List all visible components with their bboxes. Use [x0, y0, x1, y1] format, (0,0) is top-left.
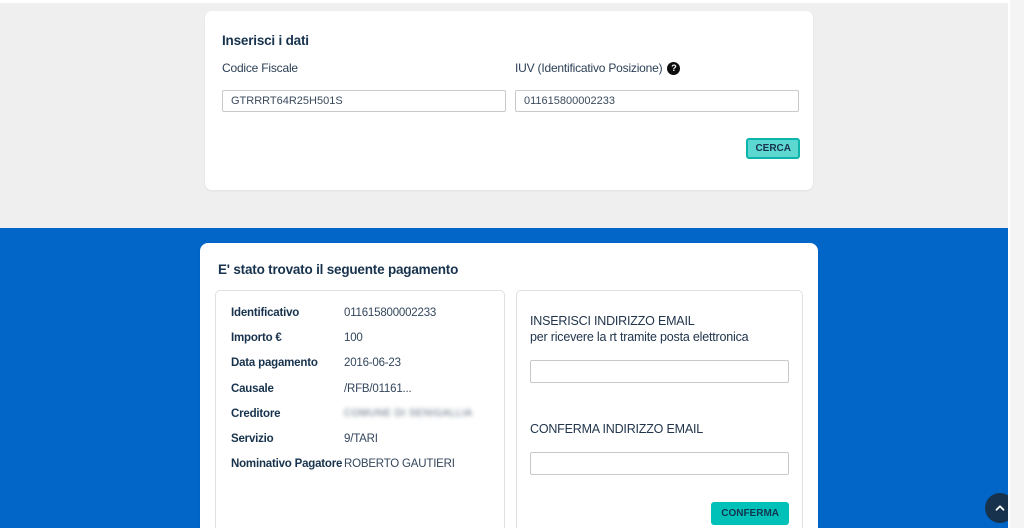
result-card-title: E' stato trovato il seguente pagamento [218, 262, 804, 277]
payment-details-box: Identificativo 011615800002233 Importo €… [215, 290, 505, 528]
conferma-button[interactable]: CONFERMA [711, 502, 789, 525]
page-viewport: Inserisci i dati Codice Fiscale IUV (Ide… [0, 0, 1024, 528]
search-card-title: Inserisci i dati [222, 33, 800, 48]
result-panels: Identificativo 011615800002233 Importo €… [215, 290, 804, 528]
search-card: Inserisci i dati Codice Fiscale IUV (Ide… [205, 11, 813, 190]
detail-label: Creditore [231, 408, 344, 420]
iuv-field: IUV (Identificativo Posizione) ? [515, 61, 800, 112]
detail-value: /RFB/01161... [344, 383, 412, 395]
detail-row-nominativo-pagatore: Nominativo Pagatore ROBERTO GAUTIERI [231, 458, 494, 470]
result-card: E' stato trovato il seguente pagamento I… [200, 243, 818, 528]
question-circle-icon[interactable]: ? [667, 62, 680, 75]
detail-row-importo: Importo € 100 [231, 332, 494, 344]
detail-value: 2016-06-23 [344, 357, 401, 369]
detail-row-identificativo: Identificativo 011615800002233 [231, 307, 494, 319]
insert-email-input[interactable] [530, 360, 789, 383]
detail-label: Data pagamento [231, 357, 344, 369]
email-actions: CONFERMA [530, 502, 789, 525]
detail-label: Nominativo Pagatore [231, 458, 344, 470]
iuv-label-text: IUV (Identificativo Posizione) [515, 61, 662, 75]
iuv-label: IUV (Identificativo Posizione) ? [515, 61, 800, 75]
codice-fiscale-input[interactable] [222, 90, 506, 112]
detail-value: 011615800002233 [344, 307, 436, 319]
confirm-email-input[interactable] [530, 452, 789, 475]
detail-row-causale: Causale /RFB/01161... [231, 383, 494, 395]
detail-label: Causale [231, 383, 344, 395]
detail-row-creditore: Creditore COMUNE DI SENIGALLIA [231, 408, 494, 420]
insert-email-label-line1: INSERISCI INDIRIZZO EMAIL [530, 313, 789, 329]
detail-value: ROBERTO GAUTIERI [344, 458, 455, 470]
insert-email-label: INSERISCI INDIRIZZO EMAIL per ricevere l… [530, 313, 789, 345]
insert-email-label-line2: per ricevere la rt tramite posta elettro… [530, 329, 789, 345]
top-edge-strip [0, 0, 1008, 3]
iuv-input[interactable] [515, 90, 799, 112]
search-form-row: Codice Fiscale IUV (Identificativo Posiz… [222, 61, 800, 112]
vertical-scrollbar[interactable] [1008, 0, 1024, 528]
cerca-button[interactable]: CERCA [746, 138, 800, 159]
detail-label: Importo € [231, 332, 344, 344]
detail-row-data-pagamento: Data pagamento 2016-06-23 [231, 357, 494, 369]
email-form-box: INSERISCI INDIRIZZO EMAIL per ricevere l… [516, 290, 803, 528]
detail-row-servizio: Servizio 9/TARI [231, 433, 494, 445]
detail-value: 100 [344, 332, 363, 344]
detail-value-redacted: COMUNE DI SENIGALLIA [344, 408, 472, 420]
chevron-up-icon [993, 501, 1007, 515]
detail-value: 9/TARI [344, 433, 378, 445]
detail-label: Servizio [231, 433, 344, 445]
codice-fiscale-label: Codice Fiscale [222, 61, 507, 75]
confirm-email-label: CONFERMA INDIRIZZO EMAIL [530, 421, 789, 437]
codice-fiscale-field: Codice Fiscale [222, 61, 507, 112]
detail-label: Identificativo [231, 307, 344, 319]
search-actions: CERCA [222, 138, 800, 159]
